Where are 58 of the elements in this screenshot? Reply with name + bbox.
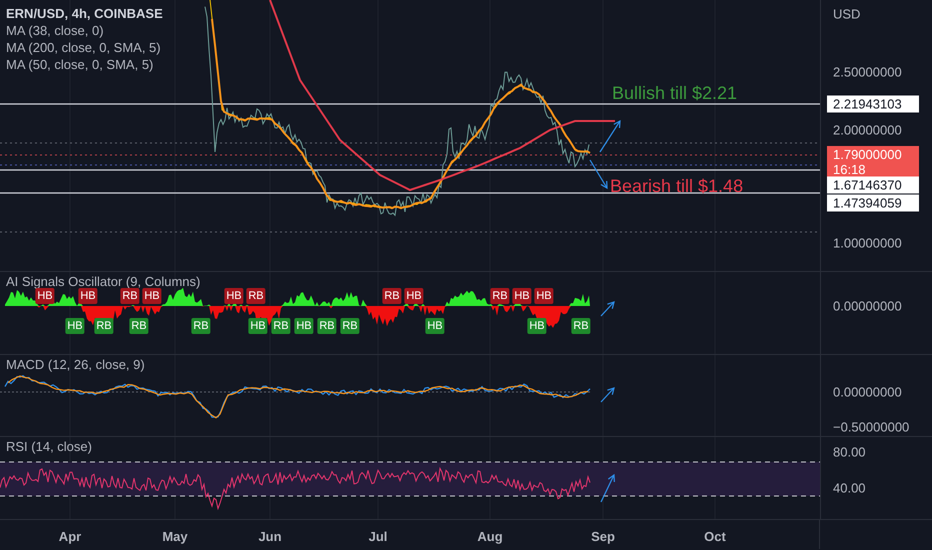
time-axis-label: May <box>162 529 188 544</box>
currency-label: USD <box>833 6 860 22</box>
signal-label: HB <box>142 288 162 304</box>
annotation-text: Bullish till $2.21 <box>612 83 738 104</box>
price-text: 1.79000000 <box>833 147 903 162</box>
arrow-icon <box>589 160 608 190</box>
signal-label: HB <box>527 318 547 334</box>
countdown-text: 16:18 <box>833 162 867 177</box>
signal-label: HB <box>35 288 55 304</box>
signal-label: RB <box>317 318 337 334</box>
price-label: 2.21943103 <box>827 96 919 112</box>
signal-label: RB <box>571 318 591 334</box>
signal-label: RB <box>94 318 114 334</box>
signal-label: HB <box>512 288 532 304</box>
indicator-title[interactable]: MACD (12, 26, close, 9) <box>6 357 145 372</box>
signal-label: HB <box>404 288 424 304</box>
signal-label: HB <box>534 288 554 304</box>
indicator-legend[interactable]: MA (38, close, 0) <box>6 23 163 38</box>
signal-label: RB <box>120 288 140 304</box>
arrow-icon <box>600 120 621 152</box>
signal-label: HB <box>425 318 445 334</box>
signal-label: RB <box>271 318 291 334</box>
axis-tick-label: 40.00 <box>833 480 866 496</box>
arrow-icon <box>600 301 615 316</box>
axis-tick-label: −0.50000000 <box>833 420 910 434</box>
time-axis-label: Sep <box>591 529 615 544</box>
signal-label: RB <box>246 288 266 304</box>
axis-tick-label: 2.00000000 <box>833 122 902 138</box>
arrow-icon <box>600 387 615 402</box>
indicator-legend[interactable]: MA (50, close, 0, SMA, 5) <box>6 57 163 72</box>
indicator-title[interactable]: AI Signals Oscillator (9, Columns) <box>6 274 200 289</box>
signal-label: HB <box>78 288 98 304</box>
price-label: 1.67146370 <box>827 176 919 194</box>
time-axis-label: Aug <box>477 529 503 544</box>
axis-tick-label: 0.00000000 <box>833 298 902 314</box>
signal-label: RB <box>340 318 360 334</box>
arrow-icon <box>600 474 615 502</box>
signal-label: RB <box>490 288 510 304</box>
time-axis-label: Oct <box>704 529 726 544</box>
indicator-title[interactable]: RSI (14, close) <box>6 439 92 454</box>
signal-label: RB <box>129 318 149 334</box>
signal-label: HB <box>294 318 314 334</box>
indicator-legend[interactable]: MA (200, close, 0, SMA, 5) <box>6 40 163 55</box>
time-axis-label: Jun <box>258 529 282 544</box>
signal-label: HB <box>224 288 244 304</box>
axis-tick-label: 1.00000000 <box>833 236 902 250</box>
time-axis-label: Jul <box>368 529 388 544</box>
axis-tick-label: 0.00000000 <box>833 384 902 400</box>
price-label: 1.47394059 <box>827 194 919 212</box>
axis-tick-label: 80.00 <box>833 444 866 460</box>
time-axis-label: Apr <box>58 529 82 544</box>
chart-title: ERN/USD, 4h, COINBASE <box>6 6 163 21</box>
signal-label: RB <box>382 288 402 304</box>
signal-label: HB <box>65 318 85 334</box>
signal-label: HB <box>248 318 268 334</box>
annotation-text: Bearish till $1.48 <box>610 176 744 197</box>
axis-tick-label: 2.50000000 <box>833 64 902 80</box>
signal-label: RB <box>191 318 211 334</box>
